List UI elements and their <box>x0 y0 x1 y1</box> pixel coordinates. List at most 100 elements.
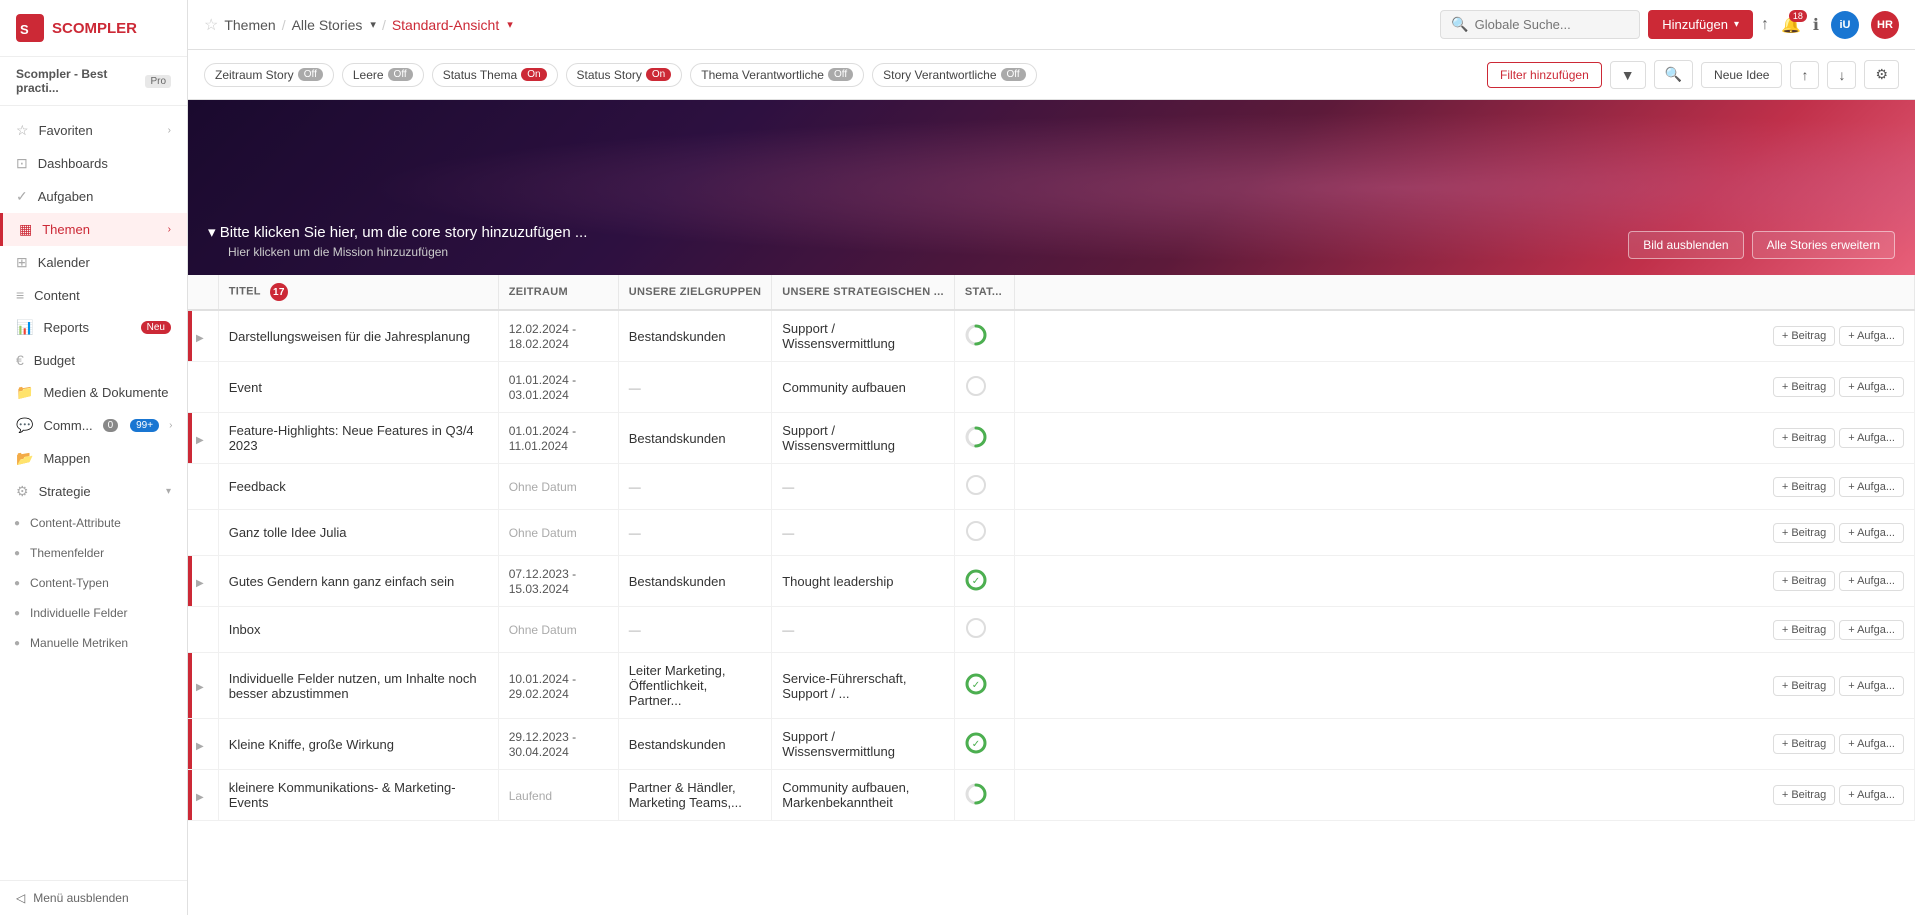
add-aufgabe-button[interactable]: + Aufga... <box>1839 428 1904 448</box>
sidebar-item-manuelle-metriken[interactable]: ● Manuelle Metriken <box>0 628 187 658</box>
sidebar-item-comm[interactable]: 💬 Comm... 0 99+ › <box>0 409 187 442</box>
status-indicator <box>965 436 987 451</box>
breadcrumb-standard-ansicht[interactable]: Standard-Ansicht <box>392 17 499 33</box>
row-title[interactable]: Individuelle Felder nutzen, um Inhalte n… <box>229 671 477 701</box>
stories-table-wrapper: TITEL 17 ZEITRAUM UNSERE ZIELGRUPPEN UNS… <box>188 275 1915 915</box>
settings-button[interactable]: ⚙ <box>1864 60 1899 89</box>
expand-cell <box>188 464 218 510</box>
sidebar-item-strategie[interactable]: ⚙ Strategie ▾ <box>0 475 187 508</box>
global-search[interactable]: 🔍 <box>1440 10 1640 39</box>
add-beitrag-button[interactable]: + Beitrag <box>1773 428 1835 448</box>
folder-icon: 📂 <box>16 450 33 467</box>
add-beitrag-button[interactable]: + Beitrag <box>1773 377 1835 397</box>
add-beitrag-button[interactable]: + Beitrag <box>1773 734 1835 754</box>
add-aufgabe-button[interactable]: + Aufga... <box>1839 734 1904 754</box>
filter-thema-verantwortliche[interactable]: Thema Verantwortliche Off <box>690 63 864 87</box>
sidebar-item-content-attribute[interactable]: ● Content-Attribute <box>0 508 187 538</box>
hide-image-button[interactable]: Bild ausblenden <box>1628 231 1743 259</box>
sidebar-item-kalender[interactable]: ⊞ Kalender <box>0 246 187 279</box>
strategisch-cell: Community aufbauen, Markenbekanntheit <box>772 770 955 821</box>
sidebar-item-content[interactable]: ≡ Content <box>0 279 187 311</box>
add-aufgabe-button[interactable]: + Aufga... <box>1839 477 1904 497</box>
row-title[interactable]: Darstellungsweisen für die Jahresplanung <box>229 329 470 344</box>
breadcrumb-alle-stories[interactable]: Alle Stories <box>292 17 363 33</box>
filter-options-button[interactable]: ▼ <box>1610 61 1646 89</box>
sidebar-item-favoriten[interactable]: ☆ Favoriten › <box>0 114 187 147</box>
row-title[interactable]: Kleine Kniffe, große Wirkung <box>229 737 394 752</box>
zeitraum-cell: 29.12.2023 -30.04.2024 <box>498 719 618 770</box>
filter-leere[interactable]: Leere Off <box>342 63 424 87</box>
favorite-star-icon[interactable]: ☆ <box>204 15 218 35</box>
filter-status-thema[interactable]: Status Thema On <box>432 63 558 87</box>
info-icon[interactable]: ℹ <box>1813 15 1819 35</box>
row-actions: + Beitrag + Aufga... <box>1025 326 1904 346</box>
sidebar-item-budget[interactable]: € Budget <box>0 344 187 376</box>
sidebar-item-reports[interactable]: 📊 Reports Neu <box>0 311 187 344</box>
titel-cell: Ganz tolle Idee Julia <box>218 510 498 556</box>
sidebar-item-themen[interactable]: ▦ Themen › <box>0 213 187 246</box>
sidebar-item-dashboards[interactable]: ⊡ Dashboards <box>0 147 187 180</box>
expand-row-button[interactable]: ▶ <box>196 578 204 589</box>
add-aufgabe-button[interactable]: + Aufga... <box>1839 326 1904 346</box>
search-input[interactable] <box>1475 17 1630 32</box>
expand-row-button[interactable]: ▶ <box>196 741 204 752</box>
add-beitrag-button[interactable]: + Beitrag <box>1773 676 1835 696</box>
add-button[interactable]: Hinzufügen ▾ <box>1648 10 1753 39</box>
row-title[interactable]: Feature-Highlights: Neue Features in Q3/… <box>229 423 474 453</box>
sidebar-item-label: Manuelle Metriken <box>30 636 128 650</box>
add-aufgabe-button[interactable]: + Aufga... <box>1839 523 1904 543</box>
row-title[interactable]: Event <box>229 380 262 395</box>
user-avatar[interactable]: HR <box>1871 11 1899 39</box>
sidebar-item-label: Individuelle Felder <box>30 606 127 620</box>
row-title[interactable]: Feedback <box>229 479 286 494</box>
sidebar-item-themenfelder[interactable]: ● Themenfelder <box>0 538 187 568</box>
add-aufgabe-button[interactable]: + Aufga... <box>1839 676 1904 696</box>
add-beitrag-button[interactable]: + Beitrag <box>1773 785 1835 805</box>
expand-row-button[interactable]: ▶ <box>196 333 204 344</box>
sidebar-workspace[interactable]: Scompler - Best practi... Pro <box>0 57 187 106</box>
sidebar-item-aufgaben[interactable]: ✓ Aufgaben <box>0 180 187 213</box>
upload-icon[interactable]: ↑ <box>1761 16 1769 34</box>
sidebar-item-content-typen[interactable]: ● Content-Typen <box>0 568 187 598</box>
hide-menu-button[interactable]: ◁ Menü ausblenden <box>0 880 187 915</box>
row-title[interactable]: Inbox <box>229 622 261 637</box>
sidebar-item-medien[interactable]: 📁 Medien & Dokumente <box>0 376 187 409</box>
sidebar-item-mappen[interactable]: 📂 Mappen <box>0 442 187 475</box>
notification-icon[interactable]: 🔔 18 <box>1781 15 1801 35</box>
comm-badge-plus: 99+ <box>130 419 159 432</box>
add-aufgabe-button[interactable]: + Aufga... <box>1839 785 1904 805</box>
add-filter-button[interactable]: Filter hinzufügen <box>1487 62 1602 88</box>
row-title[interactable]: kleinere Kommunikations- & Marketing-Eve… <box>229 780 456 810</box>
sidebar-item-individuelle-felder[interactable]: ● Individuelle Felder <box>0 598 187 628</box>
row-title[interactable]: Gutes Gendern kann ganz einfach sein <box>229 574 454 589</box>
add-aufgabe-button[interactable]: + Aufga... <box>1839 377 1904 397</box>
filter-zeitraum-story[interactable]: Zeitraum Story Off <box>204 63 334 87</box>
export-button[interactable]: ↑ <box>1790 61 1819 89</box>
alle-stories-dropdown-icon[interactable]: ▾ <box>370 18 376 31</box>
col-expand-header <box>188 275 218 310</box>
add-aufgabe-button[interactable]: + Aufga... <box>1839 620 1904 640</box>
add-beitrag-button[interactable]: + Beitrag <box>1773 620 1835 640</box>
filter-story-verantwortliche[interactable]: Story Verantwortliche Off <box>872 63 1037 87</box>
neue-idee-button[interactable]: Neue Idee <box>1701 62 1782 88</box>
expand-all-stories-button[interactable]: Alle Stories erweitern <box>1752 231 1895 259</box>
add-beitrag-button[interactable]: + Beitrag <box>1773 523 1835 543</box>
user-avatar-blue[interactable]: iU <box>1831 11 1859 39</box>
standard-ansicht-dropdown-icon[interactable]: ▾ <box>507 18 513 31</box>
titel-cell: kleinere Kommunikations- & Marketing-Eve… <box>218 770 498 821</box>
import-button[interactable]: ↓ <box>1827 61 1856 89</box>
filter-status-story[interactable]: Status Story On <box>566 63 683 87</box>
add-beitrag-button[interactable]: + Beitrag <box>1773 477 1835 497</box>
expand-row-button[interactable]: ▶ <box>196 682 204 693</box>
row-zielgruppen: Bestandskunden <box>629 431 726 446</box>
expand-row-button[interactable]: ▶ <box>196 435 204 446</box>
breadcrumb-themen[interactable]: Themen <box>224 17 275 33</box>
search-filter-button[interactable]: 🔍 <box>1654 60 1693 89</box>
add-beitrag-button[interactable]: + Beitrag <box>1773 571 1835 591</box>
search-icon: 🔍 <box>1451 16 1468 33</box>
add-beitrag-button[interactable]: + Beitrag <box>1773 326 1835 346</box>
row-title[interactable]: Ganz tolle Idee Julia <box>229 525 347 540</box>
add-aufgabe-button[interactable]: + Aufga... <box>1839 571 1904 591</box>
sidebar-item-label: Themen <box>42 222 90 237</box>
expand-row-button[interactable]: ▶ <box>196 792 204 803</box>
